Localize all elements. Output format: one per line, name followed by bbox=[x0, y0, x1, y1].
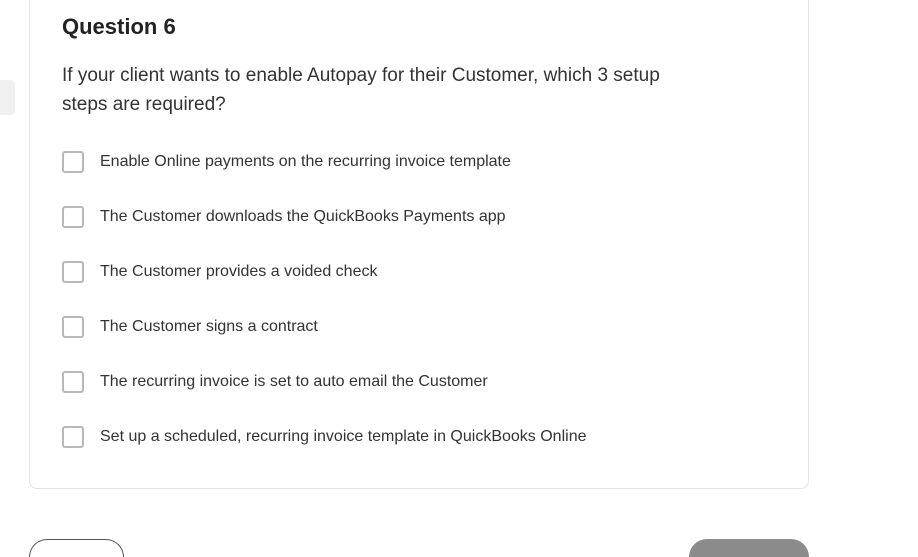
options-list: Enable Online payments on the recurring … bbox=[62, 151, 776, 448]
question-card: Question 6 If your client wants to enabl… bbox=[29, 0, 809, 489]
question-title: Question 6 bbox=[62, 0, 776, 40]
option-row[interactable]: Enable Online payments on the recurring … bbox=[62, 151, 776, 173]
checkbox[interactable] bbox=[62, 151, 84, 173]
checkbox[interactable] bbox=[62, 261, 84, 283]
option-row[interactable]: The Customer signs a contract bbox=[62, 316, 776, 338]
checkbox[interactable] bbox=[62, 371, 84, 393]
option-row[interactable]: The recurring invoice is set to auto ema… bbox=[62, 371, 776, 393]
option-label[interactable]: Set up a scheduled, recurring invoice te… bbox=[100, 428, 586, 446]
next-button[interactable] bbox=[689, 539, 809, 557]
option-label[interactable]: The Customer provides a voided check bbox=[100, 263, 377, 281]
checkbox[interactable] bbox=[62, 206, 84, 228]
back-button[interactable] bbox=[29, 539, 124, 557]
question-text: If your client wants to enable Autopay f… bbox=[62, 62, 682, 119]
option-label[interactable]: The recurring invoice is set to auto ema… bbox=[100, 373, 488, 391]
option-label[interactable]: The Customer downloads the QuickBooks Pa… bbox=[100, 208, 506, 226]
option-row[interactable]: Set up a scheduled, recurring invoice te… bbox=[62, 426, 776, 448]
option-label[interactable]: Enable Online payments on the recurring … bbox=[100, 153, 511, 171]
option-label[interactable]: The Customer signs a contract bbox=[100, 318, 318, 336]
bottom-nav bbox=[29, 539, 809, 557]
sidebar-edge bbox=[0, 80, 15, 115]
option-row[interactable]: The Customer downloads the QuickBooks Pa… bbox=[62, 206, 776, 228]
checkbox[interactable] bbox=[62, 316, 84, 338]
option-row[interactable]: The Customer provides a voided check bbox=[62, 261, 776, 283]
checkbox[interactable] bbox=[62, 426, 84, 448]
